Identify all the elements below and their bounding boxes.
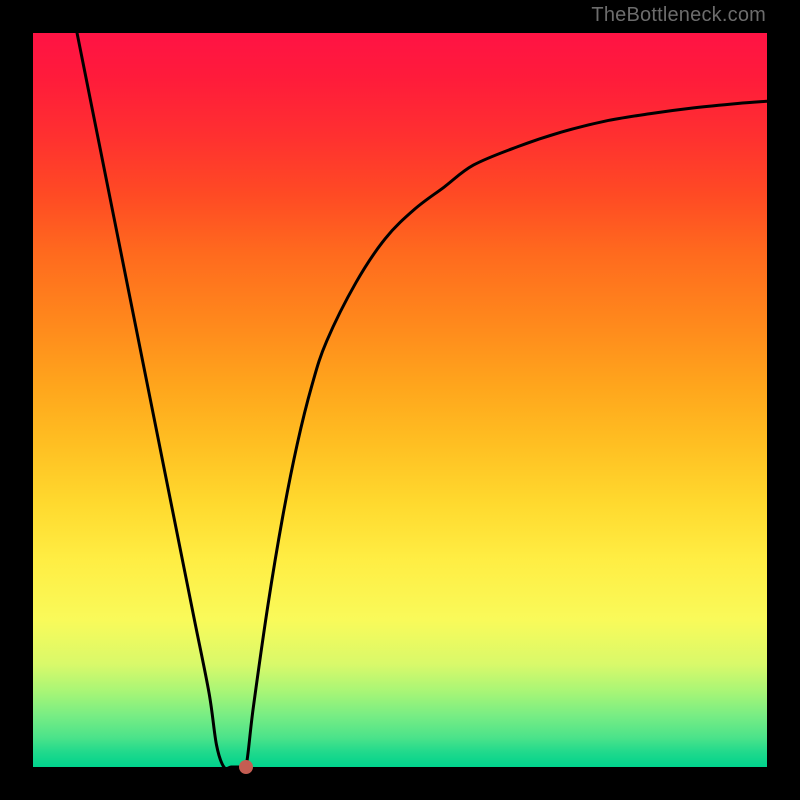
optimal-point-marker [239,760,253,774]
bottleneck-curve [33,33,767,767]
chart-frame: TheBottleneck.com [0,0,800,800]
watermark-text: TheBottleneck.com [591,4,766,27]
plot-area [33,33,767,767]
